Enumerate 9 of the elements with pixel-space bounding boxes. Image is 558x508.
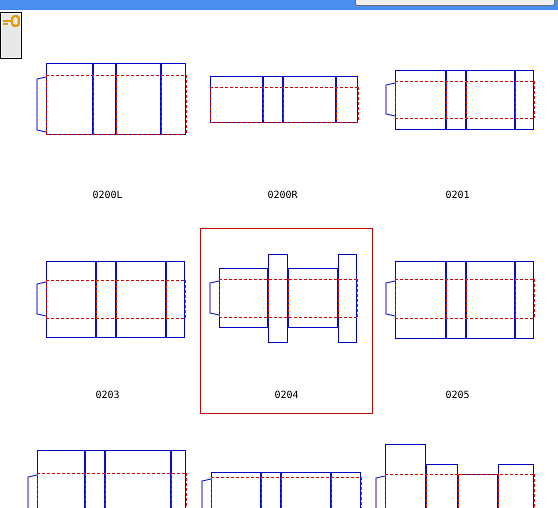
key-button[interactable] [0, 12, 22, 59]
template-label: 0201 [445, 190, 470, 201]
template-label: 0200L [92, 190, 123, 201]
template-label: 0200R [267, 190, 298, 201]
template-label: 0203 [95, 390, 120, 401]
template-label: 0205 [445, 390, 470, 401]
key-icon [2, 15, 20, 27]
template-label: 0204 [274, 390, 299, 401]
template-card[interactable]: 0204 [200, 228, 373, 414]
